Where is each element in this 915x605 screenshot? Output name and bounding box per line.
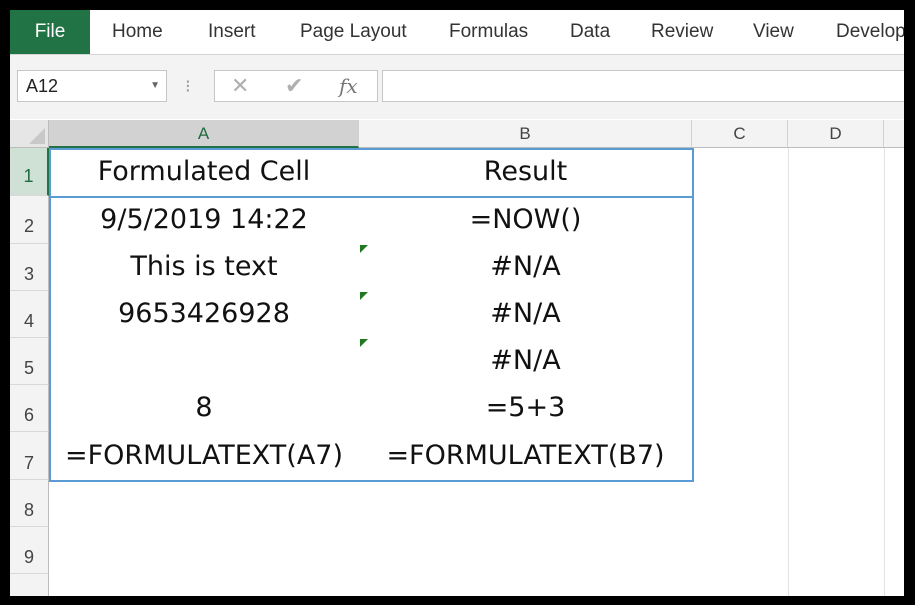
worksheet-grid: A B C D 1 2 3 4 5 6 7 8 9 Formulated Cel…	[10, 120, 904, 596]
cell-b4[interactable]: #N/A	[359, 298, 692, 329]
tab-formulas[interactable]: Formulas	[428, 10, 549, 54]
enter-icon[interactable]: ✔	[285, 71, 303, 101]
tab-view[interactable]: View	[732, 10, 815, 54]
select-all-triangle-icon	[29, 128, 45, 144]
row-header-3[interactable]: 3	[10, 244, 49, 291]
column-header-b[interactable]: B	[359, 120, 692, 148]
row-header-8[interactable]: 8	[10, 480, 49, 527]
cell-a3[interactable]: This is text	[49, 251, 359, 282]
cell-b7[interactable]: =FORMULATEXT(B7)	[359, 440, 692, 471]
select-all-button[interactable]	[10, 120, 49, 148]
name-box[interactable]: A12 ▼	[17, 70, 167, 102]
tab-review[interactable]: Review	[630, 10, 734, 54]
cell-b3[interactable]: #N/A	[359, 251, 692, 282]
ribbon-tabs: File Home Insert Page Layout Formulas Da…	[10, 10, 904, 55]
formula-buttons: ✕ ✔ fx	[214, 70, 378, 102]
cell-b1[interactable]: Result	[359, 156, 692, 187]
row-header-2[interactable]: 2	[10, 196, 49, 244]
row-header-5[interactable]: 5	[10, 338, 49, 385]
formula-bar-row: A12 ▼ ⁝ ✕ ✔ fx	[10, 55, 904, 119]
tab-page-layout[interactable]: Page Layout	[279, 10, 428, 54]
error-indicator-icon[interactable]	[360, 245, 368, 253]
cell-a2[interactable]: 9/5/2019 14:22	[49, 204, 359, 235]
row-header-9[interactable]: 9	[10, 527, 49, 574]
error-indicator-icon[interactable]	[360, 292, 368, 300]
formula-input[interactable]	[382, 70, 904, 102]
gridline	[884, 148, 885, 596]
column-header-e[interactable]	[884, 120, 904, 148]
cancel-icon[interactable]: ✕	[231, 71, 249, 101]
excel-window: File Home Insert Page Layout Formulas Da…	[10, 10, 904, 596]
name-box-value[interactable]: A12	[26, 71, 58, 101]
tab-developer[interactable]: Develop	[815, 10, 904, 54]
cell-b2[interactable]: =NOW()	[359, 204, 692, 235]
cell-a7[interactable]: =FORMULATEXT(A7)	[49, 440, 359, 471]
row-header-10[interactable]	[10, 574, 49, 596]
insert-function-icon[interactable]: fx	[339, 71, 358, 101]
tab-home[interactable]: Home	[91, 10, 184, 54]
grip-dots-icon[interactable]: ⁝	[185, 70, 191, 102]
tab-insert[interactable]: Insert	[187, 10, 277, 54]
row-header-4[interactable]: 4	[10, 291, 49, 338]
tab-file[interactable]: File	[10, 10, 90, 54]
cell-a6[interactable]: 8	[49, 392, 359, 423]
chevron-down-icon[interactable]: ▼	[150, 71, 160, 101]
table-header-divider	[49, 196, 694, 198]
column-header-c[interactable]: C	[692, 120, 788, 148]
column-header-a[interactable]: A	[49, 120, 359, 148]
column-header-d[interactable]: D	[788, 120, 884, 148]
cell-b5[interactable]: #N/A	[359, 345, 692, 376]
row-header-6[interactable]: 6	[10, 385, 49, 432]
row-header-7[interactable]: 7	[10, 432, 49, 480]
cell-a1[interactable]: Formulated Cell	[49, 156, 359, 187]
row-header-1[interactable]: 1	[10, 148, 49, 196]
cell-b6[interactable]: =5+3	[359, 392, 692, 423]
gridline	[788, 148, 789, 596]
cell-a4[interactable]: 9653426928	[49, 298, 359, 329]
tab-data[interactable]: Data	[549, 10, 631, 54]
error-indicator-icon[interactable]	[360, 339, 368, 347]
